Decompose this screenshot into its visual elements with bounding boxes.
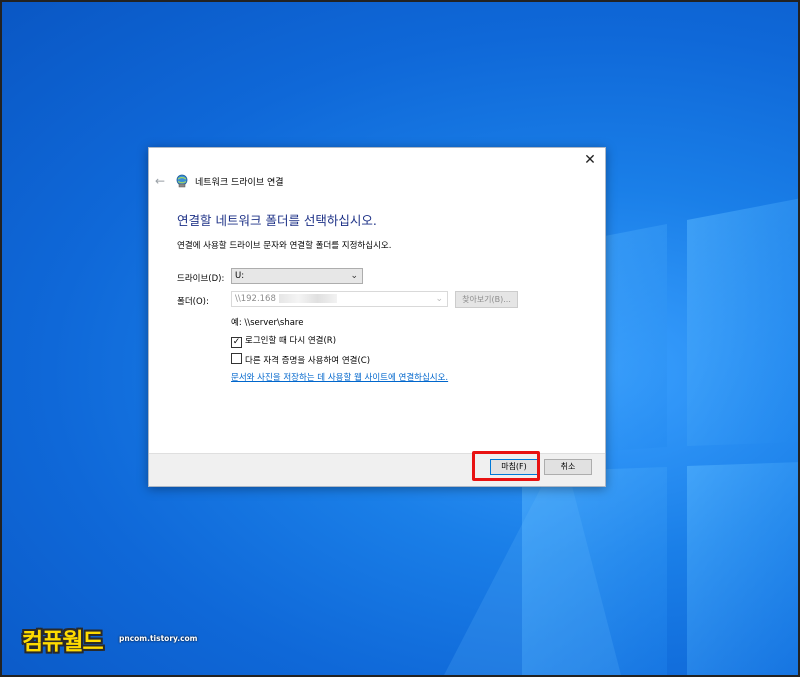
folder-path-input[interactable]: \\192.168 ⌄ [231,291,448,307]
drive-letter-select[interactable]: U: ⌄ [231,268,363,284]
folder-label: 폴더(O): [177,297,209,307]
drive-label: 드라이브(D): [177,274,225,284]
chevron-down-icon: ⌄ [435,294,443,304]
chevron-down-icon: ⌄ [350,271,358,281]
redacted-address [278,294,337,303]
website-connect-link[interactable]: 문서와 사진을 저장하는 데 사용할 웹 사이트에 연결하십시오. [231,371,448,383]
watermark-logo: 컴퓨월드 [22,629,104,655]
back-arrow-icon[interactable]: ← [155,174,165,188]
logo-pane-bottom-right [687,462,798,675]
instruction-description: 연결에 사용할 드라이브 문자와 연결할 폴더를 지정하십시오. [177,241,392,251]
map-network-drive-dialog: ✕ ← 네트워크 드라이브 연결 연결할 네트워크 폴더를 선택하십시오. 연결… [148,147,606,487]
reconnect-label: 로그인할 때 다시 연결(R) [245,336,337,346]
browse-button[interactable]: 찾아보기(B)... [455,291,518,308]
credentials-checkbox[interactable] [231,353,242,364]
instruction-heading: 연결할 네트워크 폴더를 선택하십시오. [177,213,377,228]
credentials-checkbox-row[interactable]: 다른 자격 증명을 사용하여 연결(C) [231,353,370,366]
path-example: 예: \\server\share [231,318,304,328]
reconnect-checkbox[interactable]: ✓ [231,337,242,348]
finish-button-highlight [472,451,540,481]
reconnect-checkbox-row[interactable]: ✓ 로그인할 때 다시 연결(R) [231,334,336,348]
cancel-button[interactable]: 취소 [544,459,592,475]
dialog-title: 네트워크 드라이브 연결 [195,178,284,188]
network-drive-icon [176,174,188,188]
credentials-label: 다른 자격 증명을 사용하여 연결(C) [245,356,371,366]
watermark-url: pncom.tistory.com [119,634,198,643]
folder-path-value: \\192.168 [235,294,276,304]
drive-letter-value: U: [235,271,245,281]
close-button[interactable]: ✕ [581,151,599,169]
logo-pane-top-right [687,198,798,446]
